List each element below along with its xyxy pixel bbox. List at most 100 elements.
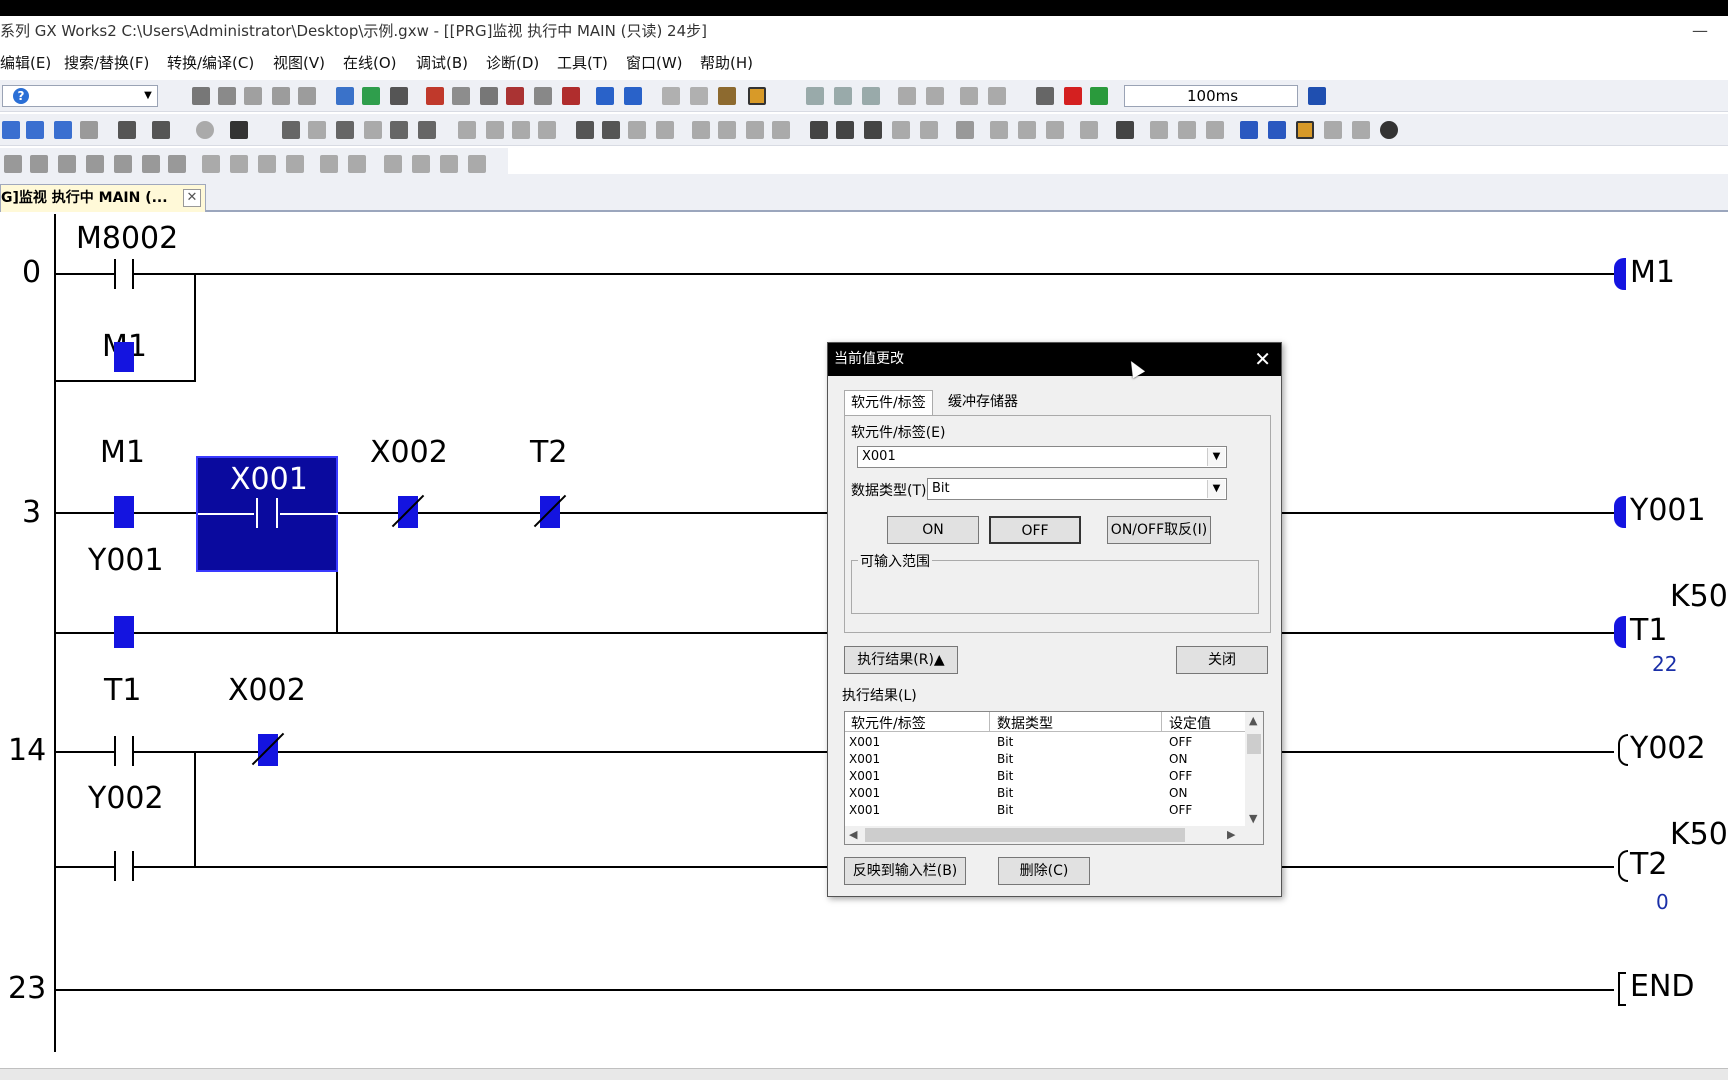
menu-tools[interactable]: 工具(T)	[557, 52, 608, 73]
toggle-on-off-button[interactable]: ON/OFF取反(I)	[1107, 516, 1211, 544]
device-input[interactable]: X001 ▼	[857, 446, 1227, 468]
read-plc-icon[interactable]	[452, 87, 470, 105]
vscroll-thumb[interactable]	[1247, 734, 1261, 754]
sfc-icon-j[interactable]	[258, 155, 276, 173]
sfc-icon-c[interactable]	[58, 155, 76, 173]
f5-contact-icon[interactable]	[282, 121, 300, 139]
dev-icon-b[interactable]	[624, 87, 642, 105]
af9-icon[interactable]	[920, 121, 938, 139]
hscroll-thumb[interactable]	[865, 828, 1185, 842]
sfc-icon-k[interactable]	[286, 155, 304, 173]
ladder-icon-a[interactable]	[806, 87, 824, 105]
result-row[interactable]: X001 Bit ON	[845, 751, 1263, 768]
sfc-icon-h[interactable]	[202, 155, 220, 173]
chevron-down-icon[interactable]: ▼	[1207, 480, 1225, 498]
device-read-icon[interactable]	[390, 87, 408, 105]
off-button[interactable]: OFF	[989, 516, 1081, 544]
print-icon[interactable]	[534, 87, 552, 105]
tab-buffer-memory[interactable]: 缓冲存储器	[942, 390, 1024, 416]
menu-search-replace[interactable]: 搜索/替换(F)	[64, 52, 149, 73]
tab-device-label[interactable]: 软元件/标签	[844, 390, 933, 416]
result-row[interactable]: X001 Bit OFF	[845, 768, 1263, 785]
sampling-icon[interactable]	[1036, 87, 1054, 105]
f10-icon[interactable]	[892, 121, 910, 139]
close-button[interactable]: 关闭	[1176, 646, 1268, 674]
result-list-vscrollbar[interactable]: ▲ ▼	[1245, 712, 1263, 828]
column-datatype[interactable]: 数据类型	[997, 713, 1053, 733]
sf6-icon[interactable]	[364, 121, 382, 139]
saf7-icon[interactable]	[746, 121, 764, 139]
column-setvalue[interactable]: 设定值	[1169, 713, 1211, 733]
column-device-label[interactable]: 软元件/标签	[851, 713, 926, 733]
dialog-titlebar[interactable]: 当前值更改 ✕	[828, 343, 1281, 376]
af8-icon[interactable]	[656, 121, 674, 139]
sfc-icon-b[interactable]	[30, 155, 48, 173]
on-button[interactable]: ON	[887, 516, 979, 544]
result-list-hscrollbar[interactable]: ◀ ▶	[845, 826, 1263, 844]
caf5-icon[interactable]	[836, 121, 854, 139]
sfc-icon-o[interactable]	[412, 155, 430, 173]
device-write-icon[interactable]	[362, 87, 380, 105]
menu-online[interactable]: 在线(O)	[343, 52, 397, 73]
result-row[interactable]: X001 Bit OFF	[845, 734, 1263, 751]
copy-icon[interactable]	[218, 87, 236, 105]
sfc-icon-f[interactable]	[142, 155, 160, 173]
ladder-tool-icon-f[interactable]	[1150, 121, 1168, 139]
menu-help[interactable]: 帮助(H)	[700, 52, 753, 73]
zoom-icon[interactable]	[1380, 121, 1398, 139]
sfc-icon-d[interactable]	[86, 155, 104, 173]
f9-line-icon[interactable]	[458, 121, 476, 139]
scroll-right-icon[interactable]: ▶	[1227, 828, 1235, 841]
transfer-icon[interactable]	[1308, 87, 1326, 105]
zoom-icon-b[interactable]	[1352, 121, 1370, 139]
f6-contact-icon[interactable]	[336, 121, 354, 139]
monitor-mode-icon[interactable]	[748, 87, 766, 105]
dev-list-icon-a[interactable]	[26, 121, 44, 139]
contact-m1-parallel-on[interactable]	[114, 342, 134, 372]
close-icon[interactable]: ✕	[183, 189, 201, 207]
saf5-icon[interactable]	[692, 121, 710, 139]
sfc-icon-a[interactable]	[4, 155, 22, 173]
menu-debug[interactable]: 调试(B)	[416, 52, 468, 73]
sfc-icon-g[interactable]	[168, 155, 186, 173]
redo-icon[interactable]	[298, 87, 316, 105]
menu-window[interactable]: 窗口(W)	[626, 52, 683, 73]
dev-icon-a[interactable]	[596, 87, 614, 105]
device-icon[interactable]	[336, 87, 354, 105]
dev-list-icon-c[interactable]	[80, 121, 98, 139]
f8-instr-icon[interactable]	[418, 121, 436, 139]
sf8-icon[interactable]	[602, 121, 620, 139]
execution-result-list[interactable]: 软元件/标签 数据类型 设定值 X001 Bit OFF X001 Bit ON…	[844, 711, 1264, 845]
ladder-tool-icon-g[interactable]	[1178, 121, 1196, 139]
cf10-icon[interactable]	[538, 121, 556, 139]
tab-main-monitor[interactable]: G]监视 执行中 MAIN (... ✕	[0, 184, 206, 212]
ladder-tool-icon-e[interactable]	[1116, 121, 1134, 139]
sfc-icon-p[interactable]	[440, 155, 458, 173]
sf5-icon[interactable]	[308, 121, 326, 139]
menu-diagnostics[interactable]: 诊断(D)	[486, 52, 539, 73]
execution-result-toggle-button[interactable]: 执行结果(R)▲	[844, 646, 958, 674]
binoculars-icon[interactable]	[230, 121, 248, 139]
f7-coil-icon[interactable]	[390, 121, 408, 139]
statement-icon[interactable]	[1268, 121, 1286, 139]
caf10-icon[interactable]	[864, 121, 882, 139]
sf9-icon[interactable]	[486, 121, 504, 139]
sfc-icon-q[interactable]	[468, 155, 486, 173]
dev-list-icon-b[interactable]	[54, 121, 72, 139]
stop-icon[interactable]	[562, 87, 580, 105]
find-icon[interactable]	[690, 87, 708, 105]
warning-icon[interactable]	[1090, 87, 1108, 105]
selected-contact-x001[interactable]: X001	[196, 456, 338, 572]
ladder-icon-g[interactable]	[988, 87, 1006, 105]
verify-icon[interactable]	[480, 87, 498, 105]
cf9-icon[interactable]	[512, 121, 530, 139]
ladder-icon-e[interactable]	[926, 87, 944, 105]
ladder-icon-f[interactable]	[960, 87, 978, 105]
search-device-icon[interactable]	[152, 121, 170, 139]
zoom-icon-a[interactable]	[1324, 121, 1342, 139]
ladder-tool-icon-h[interactable]	[1206, 121, 1224, 139]
result-row[interactable]: X001 Bit OFF	[845, 802, 1263, 819]
write-plc-icon[interactable]	[426, 87, 444, 105]
edit-icon[interactable]	[662, 87, 680, 105]
comment-icon[interactable]	[1240, 121, 1258, 139]
